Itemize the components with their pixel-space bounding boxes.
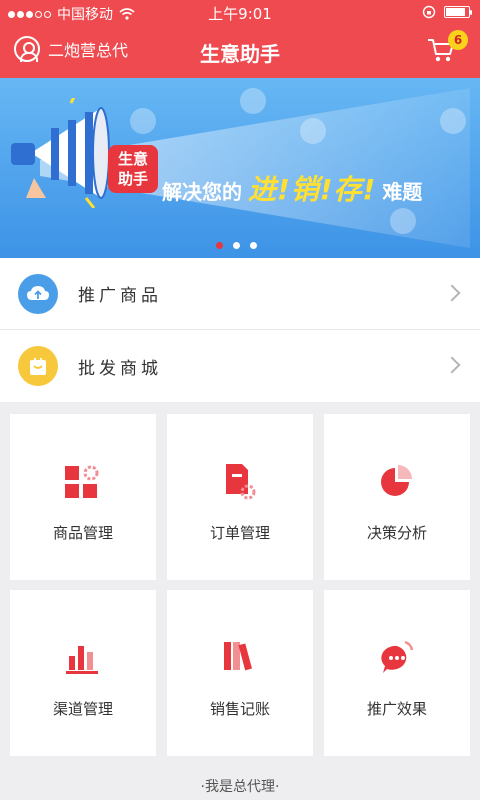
top-bar: 中国移动 上午9:01 二炮营总代 生意助手 6 [0, 0, 480, 78]
page-title: 生意助手 [200, 42, 280, 66]
app-header: 二炮营总代 生意助手 6 [0, 24, 480, 78]
list-item-wholesale-mall[interactable]: 批发商城 [0, 330, 480, 402]
grid-item-label: 商品管理 [52, 524, 113, 542]
decor-bubble [240, 88, 266, 114]
rotation-lock-icon [422, 5, 436, 19]
grid-item-label: 推广效果 [366, 700, 427, 718]
grid-item-channel-management[interactable]: 渠道管理 [10, 590, 156, 756]
status-time: 上午9:01 [208, 5, 272, 23]
grid-item-label: 渠道管理 [52, 700, 113, 718]
grid-item-order-management[interactable]: 订单管理 [167, 414, 313, 580]
chevron-right-icon [443, 284, 461, 302]
decor-bubble [390, 208, 416, 234]
pager-dot[interactable] [250, 242, 257, 249]
slogan-prefix: 解决您的 [162, 180, 242, 204]
decor-bubble [440, 108, 466, 134]
pie-chart-icon [381, 465, 412, 496]
grid-item-promotion-effect[interactable]: 推广效果 [324, 590, 470, 756]
shopping-bag-icon [18, 346, 58, 386]
battery-icon [444, 6, 472, 18]
grid-item-label: 决策分析 [366, 524, 427, 542]
grid-item-label: 订单管理 [209, 524, 270, 542]
cloud-upload-icon [18, 273, 58, 314]
chevron-right-icon [443, 356, 461, 374]
pager-dot-active[interactable] [216, 242, 223, 249]
list-item-promote-products[interactable]: 推广商品 [0, 258, 480, 330]
ledger-books-icon [224, 642, 252, 671]
footer-text: ·我是总代理· [200, 779, 280, 795]
chat-bubble-icon [381, 640, 414, 673]
grid-item-decision-analysis[interactable]: 决策分析 [324, 414, 470, 580]
grid-item-product-management[interactable]: 商品管理 [10, 414, 156, 580]
slogan-emphasis: 进!销!存! [248, 173, 377, 206]
pager-dot[interactable] [233, 242, 240, 249]
product-grid-icon [65, 465, 99, 498]
cart-count-badge: 6 [448, 30, 468, 50]
logo-line-1: 生意 [117, 150, 148, 168]
megaphone-icon [11, 98, 110, 208]
cart-button[interactable]: 6 [426, 30, 468, 64]
grid-item-label: 销售记账 [209, 700, 270, 718]
list-item-label: 批发商城 [78, 358, 162, 379]
banner-slogan: 解决您的 进!销!存! 难题 [162, 168, 422, 208]
banner-pagination [216, 242, 257, 249]
slogan-suffix: 难题 [382, 180, 423, 204]
promo-banner[interactable]: 生意 助手 解决您的 进!销!存! 难题 [0, 78, 480, 258]
decor-bubble [130, 108, 156, 134]
logo-line-2: 助手 [117, 170, 148, 188]
grid-item-sales-bookkeeping[interactable]: 销售记账 [167, 590, 313, 756]
feature-list: 推广商品 批发商城 [0, 258, 480, 402]
status-bar: 中国移动 上午9:01 [0, 0, 480, 24]
order-doc-icon [226, 464, 256, 500]
function-grid: 商品管理 订单管理 决策分析 渠道管理 销售记账 推广效果 [10, 414, 470, 756]
banner-logo: 生意 助手 [108, 145, 158, 193]
decor-bubble [300, 118, 326, 144]
bar-chart-icon [66, 646, 98, 674]
list-item-label: 推广商品 [78, 286, 162, 306]
